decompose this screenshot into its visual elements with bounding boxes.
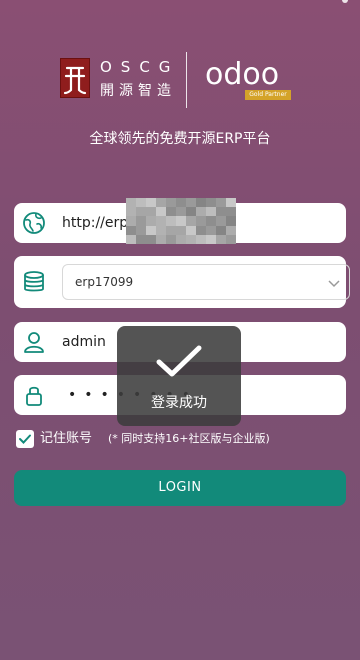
oscg-wordmark: OSCG [100,58,180,76]
mosaic-cell [186,207,196,217]
support-note: (* 同时支持16+社区版与企业版) [108,432,270,445]
mosaic-cell [156,207,166,217]
mosaic-cell [206,216,216,226]
mosaic-cell [136,207,146,217]
login-button[interactable]: LOGIN [14,470,346,506]
mosaic-cell [146,234,156,244]
lock-icon [22,383,46,407]
mosaic-cell [126,198,136,208]
mosaic-cell [206,207,216,217]
mosaic-cell [216,207,226,217]
mosaic-cell [176,216,186,226]
mosaic-cell [126,216,136,226]
mosaic-cell [226,234,236,244]
checkmark-icon [156,345,202,377]
status-indicator [342,0,348,3]
mosaic-cell [126,207,136,217]
mosaic-cell [186,234,196,244]
mosaic-cell [216,234,226,244]
mosaic-cell [166,234,176,244]
database-select[interactable]: erp17099 [62,264,350,300]
chevron-down-icon [327,275,341,289]
mosaic-cell [166,198,176,208]
mosaic-cell [186,198,196,208]
mosaic-cell [166,216,176,226]
mosaic-cell [156,216,166,226]
page-tagline: 全球领先的免费开源ERP平台 [89,131,271,147]
mosaic-cell [226,198,236,208]
mosaic-cell [156,198,166,208]
checkmark-icon [19,434,31,444]
mosaic-cell [156,234,166,244]
mosaic-cell [186,216,196,226]
mosaic-cell [136,216,146,226]
mosaic-cell [176,207,186,217]
logo-divider [186,52,187,108]
mosaic-cell [166,207,176,217]
mosaic-cell [146,207,156,217]
mosaic-cell [216,225,226,235]
mosaic-cell [196,234,206,244]
database-select-value: erp17099 [75,275,134,289]
mosaic-cell [206,234,216,244]
mosaic-cell [186,225,196,235]
mosaic-cell [226,207,236,217]
mosaic-cell [216,198,226,208]
mosaic-cell [216,216,226,226]
mosaic-cell [176,234,186,244]
mosaic-cell [206,198,216,208]
mosaic-cell [146,198,156,208]
user-icon [22,330,46,354]
mosaic-cell [226,216,236,226]
mosaic-cell [206,225,216,235]
odoo-wordmark: odoo [205,57,280,92]
mosaic-cell [126,234,136,244]
mosaic-cell [226,225,236,235]
mosaic-cell [166,225,176,235]
mosaic-cell [176,198,186,208]
mosaic-cell [156,225,166,235]
mosaic-cell [126,225,136,235]
database-field: erp17099 [14,256,350,308]
url-redaction-mosaic [126,198,236,244]
server-url-value: http://erp [62,215,129,231]
oscg-logo-icon [60,58,90,98]
mosaic-cell [146,216,156,226]
mosaic-cell [196,198,206,208]
globe-icon [22,211,46,235]
mosaic-cell [196,207,206,217]
mosaic-cell [136,225,146,235]
mosaic-cell [176,225,186,235]
logo-header: OSCG 開源智造 odoo Gold Partner [0,48,360,110]
remember-account-row: 记住账号 (* 同时支持16+社区版与企业版) [16,430,346,450]
oscg-chinese-name: 開源智造 [100,83,176,99]
mosaic-cell [196,225,206,235]
mosaic-cell [136,198,146,208]
remember-label[interactable]: 记住账号 [40,430,92,448]
mosaic-cell [196,216,206,226]
mosaic-cell [136,234,146,244]
toast-message: 登录成功 [151,395,207,411]
username-value: admin [62,334,106,350]
remember-checkbox[interactable] [16,430,34,448]
login-success-toast: 登录成功 [117,326,241,426]
mosaic-cell [146,225,156,235]
gold-partner-badge: Gold Partner [245,90,291,100]
database-icon [22,270,46,294]
